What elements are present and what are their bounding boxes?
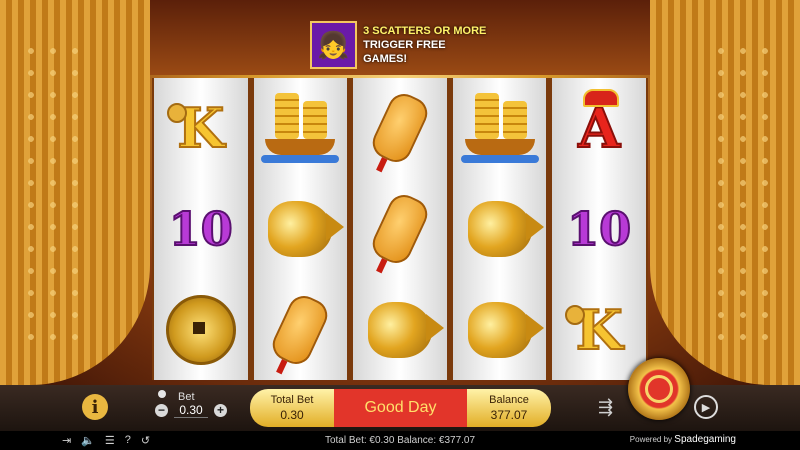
info-button[interactable]: i [82,394,108,420]
reel-4 [452,78,547,380]
bet-decrease-button[interactable]: − [155,404,168,417]
scatter-thumbnail-icon: 👧 [310,21,358,69]
total-bet-label: Total Bet [270,394,314,406]
symbol-10: 10 [566,201,632,256]
reel-2 [253,78,348,380]
symbol-coin [161,285,241,375]
symbol-a: A [559,83,639,173]
symbol-golden-fish [460,184,544,274]
symbol-k: K [559,285,639,375]
symbol-10: 10 [168,201,234,256]
symbol-k: K [161,83,241,173]
reel-3 [353,78,447,380]
bet-label: Bet [178,391,195,403]
symbol-lantern [360,184,440,274]
balance-value: 377.07 [490,408,528,422]
symbol-lantern [360,83,440,173]
banner-line-1: 3 SCATTERS OR MORE [363,25,487,37]
scatter-banner: 👧 3 SCATTERS OR MORE TRIGGER FREE GAMES! [310,21,490,69]
symbol-golden-fish [460,285,544,375]
reel-1: K 10 [154,78,248,380]
symbol-junk-boat [260,83,340,173]
spin-button[interactable] [628,358,690,420]
symbol-golden-fish [260,184,345,274]
balance-label: Balance [489,394,529,406]
bet-stepper: − 0.30 + [155,403,227,418]
symbol-golden-fish [360,285,444,375]
reel-grid: K 10 A 10 K [152,78,648,380]
banner-text: 3 SCATTERS OR MORE TRIGGER FREE GAMES! [363,24,490,66]
balance-panel: Balance 377.07 [467,389,551,427]
powered-by-label: Powered by [629,435,673,444]
turbo-icon[interactable]: ⇶ [598,397,613,418]
game-scene: 👧 3 SCATTERS OR MORE TRIGGER FREE GAMES!… [0,0,800,385]
total-bet-value: 0.30 [280,408,304,422]
right-curtain [650,0,800,385]
symbol-junk-boat [460,83,540,173]
reel-5: A 10 K [552,78,646,380]
autoplay-icon: ▶ [701,401,711,414]
brand-name: Spadegaming [674,434,736,445]
footer-brand: Powered by Spadegaming [630,434,736,445]
footer-bar: ⇥ 🔈 ☰ ? ↺ Total Bet: €0.30 Balance: €377… [0,431,800,450]
coin-stack-icon [158,390,166,398]
bet-value: 0.30 [174,403,208,418]
autoplay-button[interactable]: ▶ [694,395,718,419]
spin-icon [645,375,673,403]
left-curtain [0,0,150,385]
banner-line-2: TRIGGER FREE GAMES! [363,39,446,65]
total-bet-panel: Total Bet 0.30 [250,389,334,427]
symbol-lantern [260,285,340,375]
bet-increase-button[interactable]: + [214,404,227,417]
message-panel: Good Day [334,389,467,427]
